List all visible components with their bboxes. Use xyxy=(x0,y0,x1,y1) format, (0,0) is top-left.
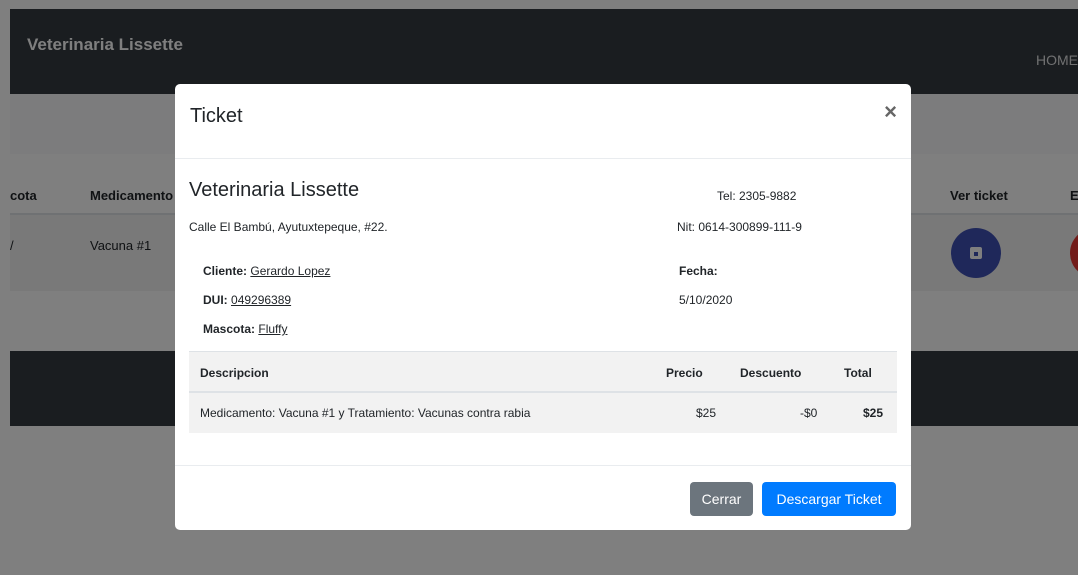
modal-title: Ticket xyxy=(190,105,243,127)
company-address: Calle El Bambú, Ayutuxtepeque, #22. xyxy=(189,220,388,234)
th-precio: Precio xyxy=(666,366,703,380)
ticket-modal: Ticket × Veterinaria Lissette Calle El B… xyxy=(175,84,911,530)
modal-footer: Cerrar Descargar Ticket xyxy=(175,465,911,530)
company-tel: Tel: 2305-9882 xyxy=(717,189,797,203)
modal-header: Ticket × xyxy=(175,84,911,159)
td-descuento: -$0 xyxy=(800,406,818,420)
mascota-label: Mascota: xyxy=(203,322,256,336)
dui-label: DUI: xyxy=(203,293,228,307)
cerrar-button[interactable]: Cerrar xyxy=(690,482,753,516)
td-total: $25 xyxy=(863,406,884,420)
th-descuento: Descuento xyxy=(740,366,802,380)
th-descripcion: Descripcion xyxy=(200,366,269,380)
td-descripcion: Medicamento: Vacuna #1 y Tratamiento: Va… xyxy=(200,406,531,420)
td-precio: $25 xyxy=(696,406,717,420)
ticket-table: Descripcion Precio Descuento Total Medic… xyxy=(189,351,897,433)
dui-value: 049296389 xyxy=(231,293,292,307)
th-total: Total xyxy=(844,366,872,380)
table-row: Medicamento: Vacuna #1 y Tratamiento: Va… xyxy=(189,393,897,433)
client-info: Cliente: Gerardo Lopez xyxy=(203,264,330,278)
cliente-label: Cliente: xyxy=(203,264,248,278)
mascota-info: Mascota: Fluffy xyxy=(203,322,287,336)
cliente-value: Gerardo Lopez xyxy=(250,264,331,278)
mascota-value: Fluffy xyxy=(258,322,288,336)
descargar-ticket-button[interactable]: Descargar Ticket xyxy=(762,482,896,516)
company-nit: Nit: 0614-300899-111-9 xyxy=(677,220,802,234)
fecha-value: 5/10/2020 xyxy=(679,293,733,307)
fecha-label: Fecha: xyxy=(679,264,718,278)
company-name: Veterinaria Lissette xyxy=(189,179,360,201)
ticket-table-header: Descripcion Precio Descuento Total xyxy=(189,351,897,393)
close-icon[interactable]: × xyxy=(884,99,897,125)
dui-info: DUI: 049296389 xyxy=(203,293,291,307)
